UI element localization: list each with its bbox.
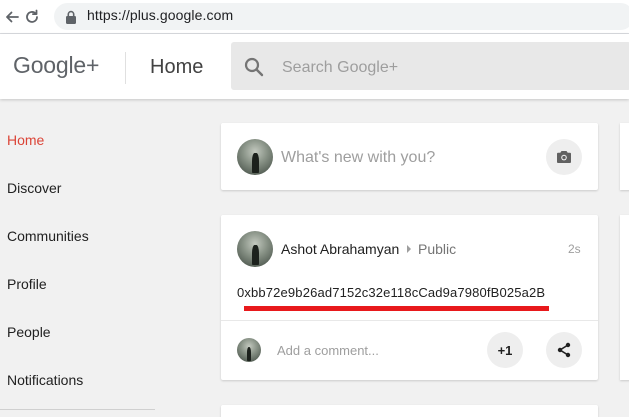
browser-toolbar: https://plus.google.com bbox=[0, 0, 629, 34]
search-placeholder[interactable]: Search Google+ bbox=[282, 59, 398, 77]
sidebar-divider bbox=[0, 409, 155, 410]
sidebar-item-notifications[interactable]: Notifications bbox=[7, 372, 83, 388]
right-column-card bbox=[620, 123, 629, 190]
sidebar-item-home[interactable]: Home bbox=[7, 132, 44, 148]
avatar[interactable] bbox=[237, 139, 273, 175]
lock-icon[interactable] bbox=[63, 9, 79, 25]
post-text: 0xbb72e9b26ad7152c32e118cCad9a7980fB025a… bbox=[237, 285, 546, 300]
camera-icon bbox=[556, 150, 572, 164]
post-author[interactable]: Ashot Abrahamyan bbox=[281, 241, 399, 257]
url-text[interactable]: https://plus.google.com bbox=[87, 7, 233, 23]
next-post-card bbox=[221, 405, 598, 417]
author-avatar[interactable] bbox=[237, 231, 273, 267]
reload-icon[interactable] bbox=[24, 9, 40, 25]
post-audience[interactable]: Public bbox=[418, 241, 456, 257]
sidebar-item-discover[interactable]: Discover bbox=[7, 180, 61, 196]
compose-placeholder[interactable]: What's new with you? bbox=[281, 149, 435, 167]
header-divider bbox=[125, 52, 126, 84]
sidebar-item-communities[interactable]: Communities bbox=[7, 228, 89, 244]
plus-one-button[interactable]: +1 bbox=[487, 332, 523, 368]
page-title: Home bbox=[150, 56, 204, 78]
comment-input[interactable]: Add a comment... bbox=[277, 343, 379, 358]
back-arrow-icon[interactable] bbox=[4, 9, 20, 25]
sidebar-item-people[interactable]: People bbox=[7, 324, 51, 340]
camera-button[interactable] bbox=[546, 139, 582, 175]
share-icon bbox=[556, 342, 572, 358]
right-column-card bbox=[620, 215, 629, 380]
google-plus-logo[interactable]: Google+ bbox=[13, 52, 99, 79]
caret-right-icon bbox=[407, 245, 411, 253]
red-underline-annotation bbox=[244, 306, 549, 311]
share-button[interactable] bbox=[546, 332, 582, 368]
search-icon[interactable] bbox=[243, 56, 265, 78]
commenter-avatar bbox=[237, 338, 261, 362]
sidebar-item-profile[interactable]: Profile bbox=[7, 276, 47, 292]
post-timestamp[interactable]: 2s bbox=[568, 242, 581, 256]
card-divider bbox=[221, 320, 598, 321]
